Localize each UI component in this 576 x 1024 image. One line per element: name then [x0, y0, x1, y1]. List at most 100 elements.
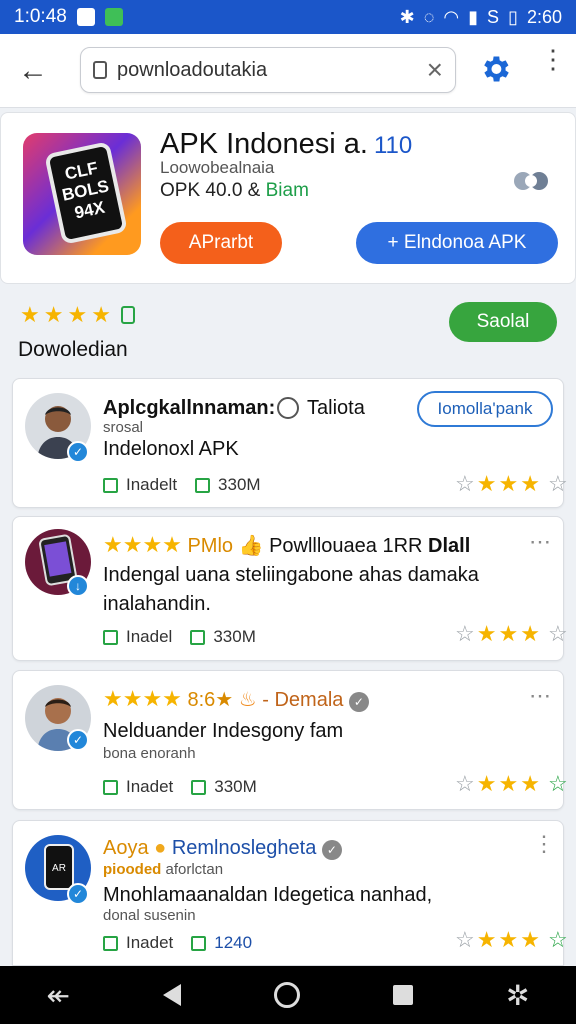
star-icon: ★	[91, 302, 111, 327]
more-horiz-icon[interactable]: ⋯	[529, 683, 552, 709]
app-name-badge: 110	[373, 132, 413, 159]
rating-badge-icon	[120, 306, 135, 324]
vibrate-icon: ◌	[423, 6, 435, 27]
post-meta: Inadelt 330M	[103, 475, 261, 495]
download-icon	[103, 779, 118, 795]
post-title-text: PMlo	[187, 535, 234, 557]
post-subtitle-colored: piooded	[103, 861, 162, 878]
star-icon: ★	[520, 771, 540, 796]
app-developer[interactable]: Loowobealnaia	[160, 158, 274, 178]
post-meta: Inadet 1240	[103, 933, 252, 953]
post-subtitle: srosal	[103, 419, 144, 436]
post-rating: ☆ ★ ★ ★ ☆	[455, 623, 568, 645]
url-bar[interactable]: pownloadoutakia ×	[80, 47, 456, 93]
post-card[interactable]: ✓ ★★★★ 8:6★ ♨ - Demala ✓ ⋯ Nelduander In…	[12, 670, 568, 810]
post-title-extra: Powlllouaea 1RR	[269, 535, 423, 557]
download-icon	[103, 477, 118, 493]
signal-icon: ▮	[468, 6, 479, 27]
app-name: APK Indonesi a. 110	[160, 128, 412, 161]
verified-badge-icon: ✓	[67, 441, 89, 463]
post-title-extra: Remlnoslegheta	[171, 837, 317, 859]
svg-text:AR: AR	[52, 863, 66, 874]
post-rating: ☆ ★ ★ ★ ☆	[455, 929, 568, 951]
more-horiz-icon[interactable]: ⋯	[529, 529, 552, 555]
thumbs-up-icon: 👍	[238, 535, 264, 557]
verified-badge-icon: ✓	[67, 729, 89, 751]
star-outline-icon: ☆	[455, 771, 475, 796]
nav-recents-icon[interactable]	[392, 985, 413, 1005]
star-outline-icon: ☆	[455, 927, 475, 952]
post-subtitle-2: donal susenin	[103, 907, 196, 924]
post-card[interactable]: AR ✓ Aoya ● Remlnoslegheta ✓ ⋮ piooded a…	[12, 820, 568, 966]
post-title-text: Aoya	[103, 837, 149, 859]
size-icon	[191, 779, 207, 795]
post-rating: ☆ ★ ★ ★ ☆	[455, 473, 568, 495]
download-icon	[103, 935, 118, 951]
star-icon: ★	[476, 771, 497, 796]
star-outline-icon[interactable]: ☆	[548, 929, 568, 951]
star-icon: ★	[520, 927, 540, 952]
star-outline-icon: ☆	[455, 621, 475, 646]
star-icon: ★	[476, 471, 497, 496]
battery-icon: ▯	[508, 6, 518, 27]
app-version-text: OPK 40.0 &	[160, 180, 261, 201]
gallery-notification-icon	[76, 8, 95, 26]
star-icon: ★	[498, 771, 519, 796]
post-meta: Inadet 330M	[103, 777, 257, 797]
system-nav-bar: ↞ ✲	[0, 966, 576, 1024]
primary-action-button[interactable]: APrarbt	[160, 222, 282, 264]
post-title-extra: Taliota	[307, 397, 365, 419]
download-apk-button[interactable]: + Elndonoa APK	[356, 222, 558, 264]
clear-icon[interactable]: ×	[427, 54, 443, 86]
post-card[interactable]: ✓ Aplcgkallnnaman: Taliota srosal Indelo…	[12, 378, 568, 508]
post-meta-right: 330M	[218, 475, 261, 494]
post-body: Indengal uana steliingabone ahas damaka …	[103, 564, 479, 615]
page-icon	[93, 61, 107, 79]
nav-assistant-icon[interactable]: ✲	[506, 979, 529, 1012]
post-body: Mnohlamaanaldan Idegetica nanhad,	[103, 884, 433, 906]
clock-icon	[277, 397, 299, 419]
nav-home-icon[interactable]	[273, 982, 300, 1008]
chat-notification-icon	[104, 8, 123, 26]
star-icon: ★	[520, 621, 540, 646]
size-icon	[190, 629, 206, 645]
social-button[interactable]: Saolal	[449, 302, 557, 342]
post-rating: ☆ ★ ★ ★ ☆	[455, 773, 568, 795]
back-arrow-icon[interactable]: ←	[18, 54, 48, 88]
app-icon-phone: CLF BOLS 94X	[44, 141, 128, 245]
app-name-text: APK Indonesi a.	[160, 128, 368, 160]
post-meta-left: Inadet	[126, 933, 174, 952]
fire-icon: ♨	[238, 689, 257, 711]
status-time-left: 1:0:48	[14, 6, 67, 27]
url-text[interactable]: pownloadoutakia	[117, 59, 427, 82]
star-icon: ★	[476, 927, 497, 952]
post-meta-left: Inadelt	[126, 475, 178, 494]
bluetooth-icon: ✱	[399, 6, 415, 27]
star-icon: ★	[498, 621, 519, 646]
verified-badge-icon: ↓	[67, 575, 89, 597]
star-icon: ★	[43, 302, 64, 327]
status-time-right: 2:60	[526, 6, 562, 27]
nav-back-icon[interactable]	[162, 984, 181, 1006]
post-title-text: 8:6★	[187, 689, 234, 711]
nav-back-gesture-icon[interactable]: ↞	[47, 979, 70, 1012]
post-stars: ★★★★	[103, 532, 182, 557]
size-icon	[195, 477, 211, 493]
star-outline-icon[interactable]: ☆	[548, 773, 568, 795]
post-action-button[interactable]: Iomolla'pank	[417, 391, 553, 427]
settings-gear-icon[interactable]	[478, 52, 512, 86]
more-vert-icon[interactable]: ⋮	[540, 46, 566, 72]
star-outline-icon[interactable]: ☆	[548, 473, 568, 495]
size-icon	[191, 935, 207, 951]
more-vert-icon[interactable]: ⋮	[533, 831, 556, 857]
post-subtitle: bona enoranh	[103, 745, 196, 762]
star-outline-icon[interactable]: ☆	[548, 623, 568, 645]
post-title: Aoya ● Remlnoslegheta ✓	[103, 837, 342, 860]
post-subtitle-text: aforlctan	[165, 861, 224, 878]
post-stars: ★★★★	[103, 686, 182, 711]
post-card[interactable]: ↓ ★★★★ PMlo 👍 Powlllouaea 1RR Dlall ⋯ In…	[12, 516, 568, 661]
browser-toolbar: ← pownloadoutakia × ⋮	[0, 34, 576, 108]
post-title: ★★★★ PMlo 👍 Powlllouaea 1RR Dlall	[103, 533, 470, 558]
toggle-icon[interactable]	[510, 170, 552, 192]
star-outline-icon: ☆	[455, 471, 475, 496]
